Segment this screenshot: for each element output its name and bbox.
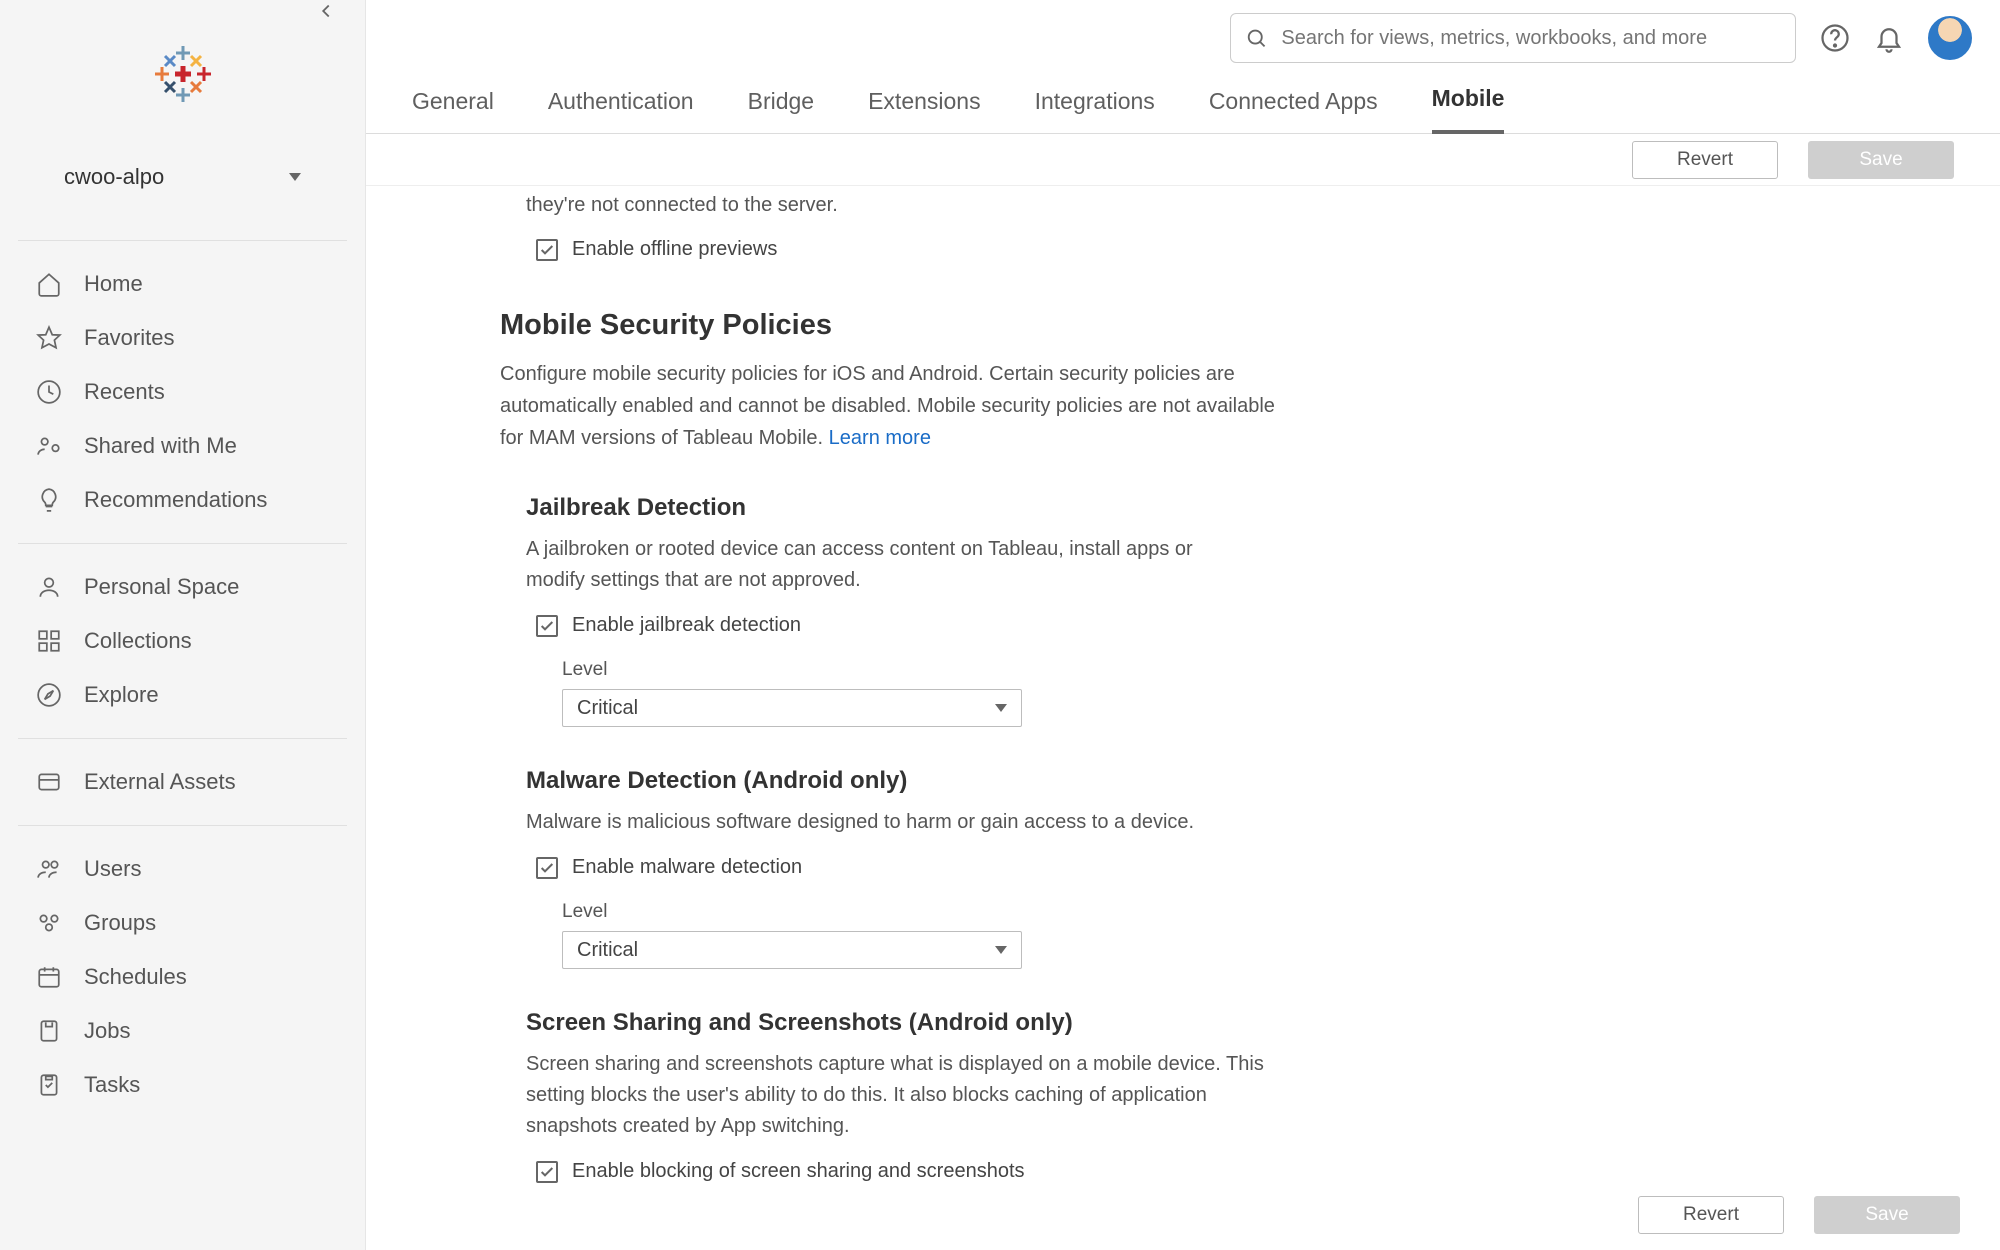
jailbreak-level-label: Level: [562, 659, 1446, 681]
screenshare-checkbox[interactable]: [536, 1161, 558, 1183]
clock-icon: [36, 379, 62, 405]
search-icon: [1245, 26, 1267, 50]
sidebar-item-label: Recommendations: [84, 487, 267, 513]
calendar-icon: [36, 964, 62, 990]
collapse-sidebar-icon[interactable]: [315, 0, 337, 28]
sidebar-item-shared[interactable]: Shared with Me: [18, 419, 347, 473]
security-policies-title: Mobile Security Policies: [500, 309, 1446, 342]
tab-extensions[interactable]: Extensions: [868, 88, 981, 133]
sidebar-item-groups[interactable]: Groups: [18, 896, 347, 950]
chevron-down-icon: [995, 946, 1007, 954]
jailbreak-checkbox[interactable]: [536, 615, 558, 637]
bottom-action-bar: Revert Save: [1638, 1196, 1960, 1234]
revert-button[interactable]: Revert: [1632, 141, 1778, 179]
tab-mobile[interactable]: Mobile: [1432, 85, 1505, 134]
content: they're not connected to the server. Ena…: [526, 190, 1446, 1183]
sidebar-item-label: Personal Space: [84, 574, 239, 600]
malware-desc: Malware is malicious software designed t…: [526, 807, 1226, 838]
site-name: cwoo-alpo: [64, 164, 164, 190]
sidebar-item-label: Explore: [84, 682, 159, 708]
learn-more-link[interactable]: Learn more: [829, 427, 931, 449]
database-icon: [36, 769, 62, 795]
screenshare-title: Screen Sharing and Screenshots (Android …: [526, 1009, 1446, 1037]
tab-connected-apps[interactable]: Connected Apps: [1209, 88, 1378, 133]
grid-icon: [36, 628, 62, 654]
content-scroll[interactable]: they're not connected to the server. Ena…: [366, 186, 2000, 1250]
search-input[interactable]: [1281, 27, 1781, 50]
sidebar-item-recommendations[interactable]: Recommendations: [18, 473, 347, 527]
sidebar-item-personal-space[interactable]: Personal Space: [18, 560, 347, 614]
sidebar-item-jobs[interactable]: Jobs: [18, 1004, 347, 1058]
help-icon[interactable]: [1820, 23, 1850, 53]
chevron-down-icon: [995, 704, 1007, 712]
save-button-bottom[interactable]: Save: [1814, 1196, 1960, 1234]
sidebar-item-schedules[interactable]: Schedules: [18, 950, 347, 1004]
screenshare-desc: Screen sharing and screenshots capture w…: [526, 1049, 1286, 1142]
malware-level-label: Level: [562, 901, 1446, 923]
sidebar-item-external-assets[interactable]: External Assets: [18, 755, 347, 809]
sidebar: cwoo-alpo Home Favorites Recents Shared …: [0, 0, 366, 1250]
sidebar-item-label: Recents: [84, 379, 165, 405]
sidebar-item-label: Favorites: [84, 325, 174, 351]
malware-level-select[interactable]: Critical: [562, 931, 1022, 969]
security-policies-desc: Configure mobile security policies for i…: [500, 358, 1280, 454]
sidebar-item-label: Shared with Me: [84, 433, 237, 459]
sidebar-item-label: Collections: [84, 628, 192, 654]
chevron-down-icon: [289, 173, 301, 181]
jailbreak-checkbox-label: Enable jailbreak detection: [572, 614, 801, 637]
jobs-icon: [36, 1018, 62, 1044]
jailbreak-desc: A jailbroken or rooted device can access…: [526, 534, 1226, 596]
jailbreak-level-value: Critical: [577, 697, 638, 720]
brand-logo: [0, 0, 365, 136]
jailbreak-title: Jailbreak Detection: [526, 494, 1446, 522]
sidebar-item-home[interactable]: Home: [18, 257, 347, 311]
star-icon: [36, 325, 62, 351]
compass-icon: [36, 682, 62, 708]
sidebar-item-label: External Assets: [84, 769, 236, 795]
malware-checkbox-label: Enable malware detection: [572, 856, 802, 879]
offline-preview-label: Enable offline previews: [572, 238, 777, 261]
jailbreak-level-select[interactable]: Critical: [562, 689, 1022, 727]
screenshare-checkbox-label: Enable blocking of screen sharing and sc…: [572, 1160, 1025, 1183]
offline-preview-checkbox[interactable]: [536, 239, 558, 261]
tab-bridge[interactable]: Bridge: [748, 88, 814, 133]
sidebar-item-users[interactable]: Users: [18, 842, 347, 896]
tab-bar: General Authentication Bridge Extensions…: [366, 76, 2000, 134]
save-button[interactable]: Save: [1808, 141, 1954, 179]
tab-integrations[interactable]: Integrations: [1035, 88, 1155, 133]
sidebar-item-tasks[interactable]: Tasks: [18, 1058, 347, 1112]
main-area: General Authentication Bridge Extensions…: [366, 0, 2000, 1250]
sidebar-item-collections[interactable]: Collections: [18, 614, 347, 668]
malware-level-value: Critical: [577, 939, 638, 962]
malware-title: Malware Detection (Android only): [526, 767, 1446, 795]
top-bar: [366, 0, 2000, 76]
sidebar-item-explore[interactable]: Explore: [18, 668, 347, 722]
sidebar-item-label: Tasks: [84, 1072, 140, 1098]
lightbulb-icon: [36, 487, 62, 513]
offline-preview-desc-partial: they're not connected to the server.: [526, 190, 1446, 220]
sidebar-item-label: Jobs: [84, 1018, 130, 1044]
shared-icon: [36, 433, 62, 459]
sidebar-item-recents[interactable]: Recents: [18, 365, 347, 419]
revert-button-bottom[interactable]: Revert: [1638, 1196, 1784, 1234]
user-avatar[interactable]: [1928, 16, 1972, 60]
sidebar-item-label: Schedules: [84, 964, 187, 990]
action-bar: Revert Save: [366, 134, 2000, 186]
users-icon: [36, 856, 62, 882]
sidebar-item-label: Users: [84, 856, 141, 882]
home-icon: [36, 271, 62, 297]
tab-general[interactable]: General: [412, 88, 494, 133]
site-selector[interactable]: cwoo-alpo: [50, 154, 315, 200]
person-icon: [36, 574, 62, 600]
sidebar-item-label: Groups: [84, 910, 156, 936]
search-box[interactable]: [1230, 13, 1796, 63]
sidebar-item-favorites[interactable]: Favorites: [18, 311, 347, 365]
notifications-icon[interactable]: [1874, 23, 1904, 53]
tasks-icon: [36, 1072, 62, 1098]
sidebar-item-label: Home: [84, 271, 143, 297]
malware-checkbox[interactable]: [536, 857, 558, 879]
groups-icon: [36, 910, 62, 936]
tab-authentication[interactable]: Authentication: [548, 88, 694, 133]
